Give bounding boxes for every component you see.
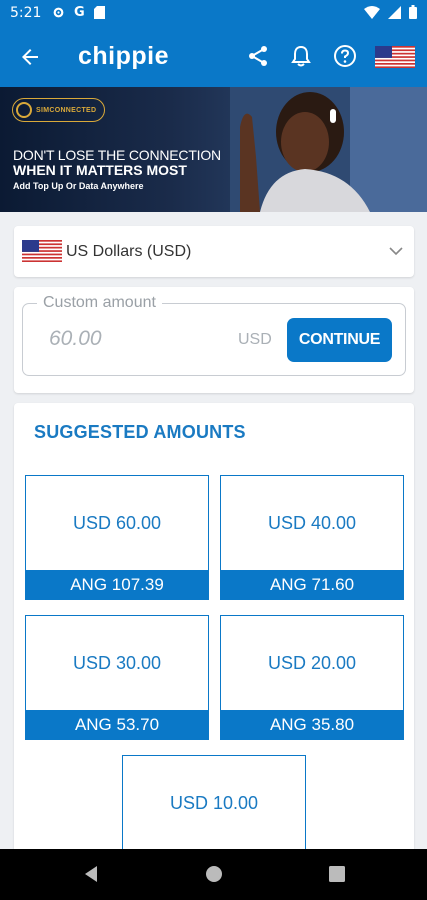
banner-logo: SIMCONNECTED [12,98,106,122]
amount-tile-usd: USD 30.00 [72,653,162,673]
us-flag-icon[interactable] [375,46,415,68]
custom-amount-currency: USD [238,331,272,348]
amount-tile-usd: USD 40.00 [267,513,357,533]
amount-tile[interactable]: USD 20.00 ANG 35.80 [220,615,404,740]
amount-tile[interactable]: USD 60.00 ANG 107.39 [25,475,209,600]
banner-headline-2: WHEN IT MATTERS MOST [13,162,187,178]
google-g-icon: G [74,5,85,20]
brand-logo: chippie [78,42,170,70]
custom-amount-input[interactable]: 60.00 [49,327,102,351]
nav-recents-icon[interactable] [328,865,346,883]
amount-tile-usd: USD 10.00 [169,793,259,813]
sd-card-icon [93,6,105,19]
wifi-icon [364,5,380,19]
amount-tile-ang: ANG 35.80 [221,710,403,739]
promo-banner[interactable]: SIMCONNECTED DON'T LOSE THE CONNECTION W… [0,87,427,212]
continue-button[interactable]: CONTINUE [287,318,392,362]
share-icon[interactable] [246,44,270,68]
bell-icon[interactable] [290,44,312,68]
banner-photo [230,87,427,212]
battery-icon [409,5,417,19]
status-bar: 5:21 G [0,0,427,27]
amount-tile-usd: USD 60.00 [72,513,162,533]
amount-tile-ang: ANG 107.39 [26,570,208,599]
currency-select-label: US Dollars (USD) [66,243,192,260]
custom-amount-field[interactable]: Custom amount 60.00 USD CONTINUE [22,294,406,376]
nav-back-icon[interactable] [82,865,100,883]
back-arrow-icon[interactable] [18,45,42,69]
nav-home-icon[interactable] [205,865,223,883]
amount-tile-usd: USD 20.00 [267,653,357,673]
settings-icon [53,7,64,18]
banner-headline-1: DON'T LOSE THE CONNECTION [13,147,221,163]
banner-subline: Add Top Up Or Data Anywhere [13,181,144,191]
amount-tile-ang: ANG 71.60 [221,570,403,599]
status-system-icons [364,5,417,19]
status-time: 5:21 [10,5,42,21]
custom-amount-card: Custom amount 60.00 USD CONTINUE [14,287,414,393]
chevron-down-icon [389,247,403,256]
status-notification-icons: G [52,5,105,20]
signal-icon [388,5,401,19]
amount-tile[interactable]: USD 30.00 ANG 53.70 [25,615,209,740]
currency-select[interactable]: US Dollars (USD) [14,226,414,277]
amount-tile-ang: ANG 53.70 [26,710,208,739]
custom-amount-legend: Custom amount [37,294,162,312]
system-nav-bar [0,849,427,900]
suggested-amounts-card: SUGGESTED AMOUNTS USD 60.00 ANG 107.39 U… [14,403,414,880]
amount-tile[interactable]: USD 40.00 ANG 71.60 [220,475,404,600]
help-icon[interactable] [333,44,357,68]
suggested-amounts-title: SUGGESTED AMOUNTS [34,422,246,442]
us-flag-icon [22,240,62,262]
app-bar: chippie [0,27,427,87]
